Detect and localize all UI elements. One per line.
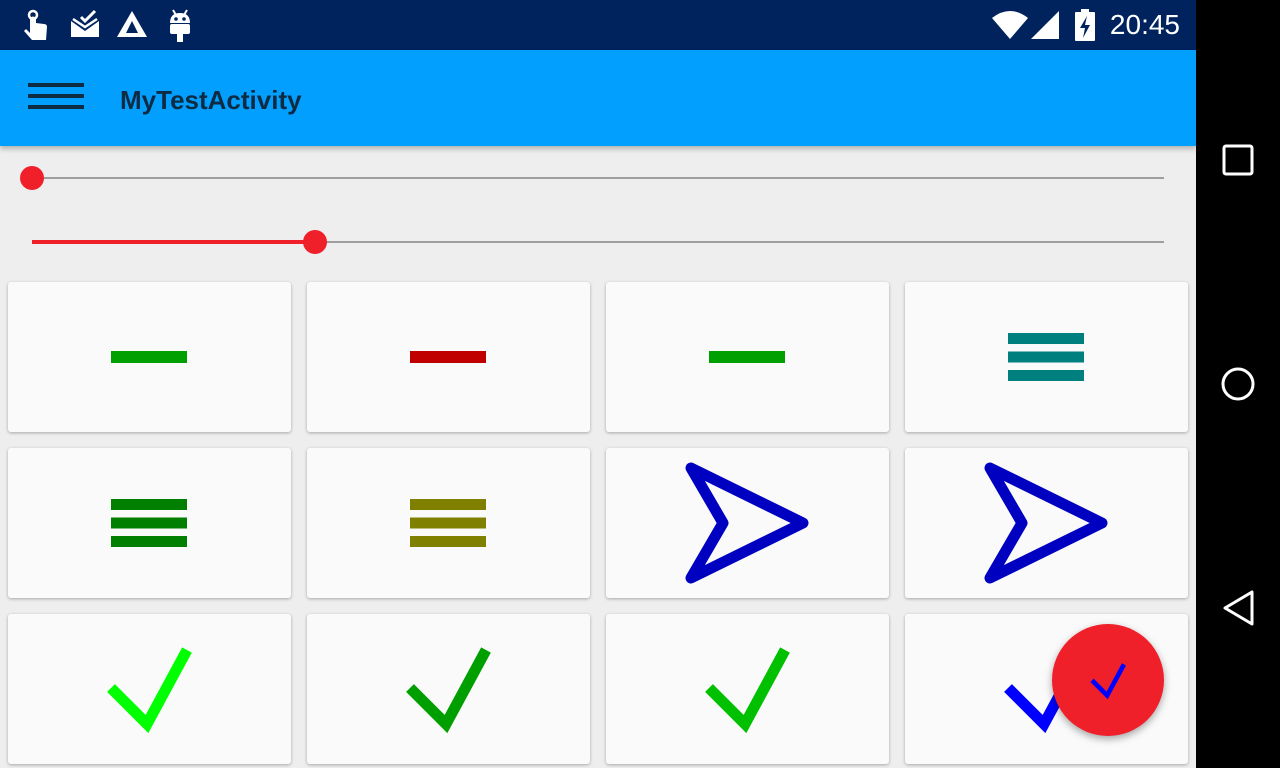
touch-icon (24, 9, 47, 40)
home-icon (1221, 367, 1255, 401)
menu-button[interactable] (24, 76, 88, 120)
tile-menu-6[interactable] (307, 448, 590, 598)
slider-2[interactable] (32, 227, 1164, 257)
slider-thumb[interactable] (20, 166, 44, 190)
minus-icon (709, 351, 785, 363)
minus-icon (410, 351, 486, 363)
checkmark-icon (107, 647, 192, 734)
back-icon (1223, 590, 1254, 626)
mail-check-icon (71, 9, 99, 37)
signal-icon (1031, 11, 1059, 39)
checkmark-icon (705, 647, 790, 734)
fab-button[interactable] (1052, 624, 1164, 736)
tile-minus-2[interactable] (307, 282, 590, 432)
recent-apps-button[interactable] (1208, 130, 1268, 190)
send-arrow-icon (984, 462, 1108, 584)
tile-checkmark-9[interactable] (8, 614, 291, 764)
battery-charging-icon (1075, 9, 1095, 41)
content-area (0, 146, 1196, 768)
status-clock: 20:45 (1109, 9, 1180, 40)
tile-checkmark-10[interactable] (307, 614, 590, 764)
triangle-app-icon (117, 11, 147, 37)
menu-icon (1008, 333, 1084, 381)
tile-minus-3[interactable] (606, 282, 889, 432)
hamburger-menu-icon (28, 83, 84, 109)
menu-icon (111, 499, 187, 547)
checkmark-icon (1090, 663, 1126, 700)
tile-menu-4[interactable] (905, 282, 1188, 432)
slider-thumb[interactable] (303, 230, 327, 254)
slider-1[interactable] (20, 163, 1164, 193)
tile-send-arrow-7[interactable] (606, 448, 889, 598)
checkmark-icon (406, 647, 491, 734)
tile-menu-5[interactable] (8, 448, 291, 598)
slider-fill (32, 240, 315, 244)
send-arrow-icon (685, 462, 809, 584)
minus-icon (111, 351, 187, 363)
app-title: MyTestActivity (120, 85, 302, 115)
tile-send-arrow-8[interactable] (905, 448, 1188, 598)
app-bar: MyTestActivity (0, 50, 1196, 146)
wifi-icon (992, 11, 1028, 39)
status-bar: 20:45 (0, 0, 1196, 50)
home-button[interactable] (1208, 354, 1268, 414)
slider-track (32, 177, 1164, 179)
navigation-bar (1196, 0, 1280, 768)
recent-apps-icon (1222, 144, 1254, 176)
back-button[interactable] (1208, 578, 1268, 638)
menu-icon (410, 499, 486, 547)
tile-checkmark-11[interactable] (606, 614, 889, 764)
android-icon (170, 9, 190, 42)
tile-minus-1[interactable] (8, 282, 291, 432)
